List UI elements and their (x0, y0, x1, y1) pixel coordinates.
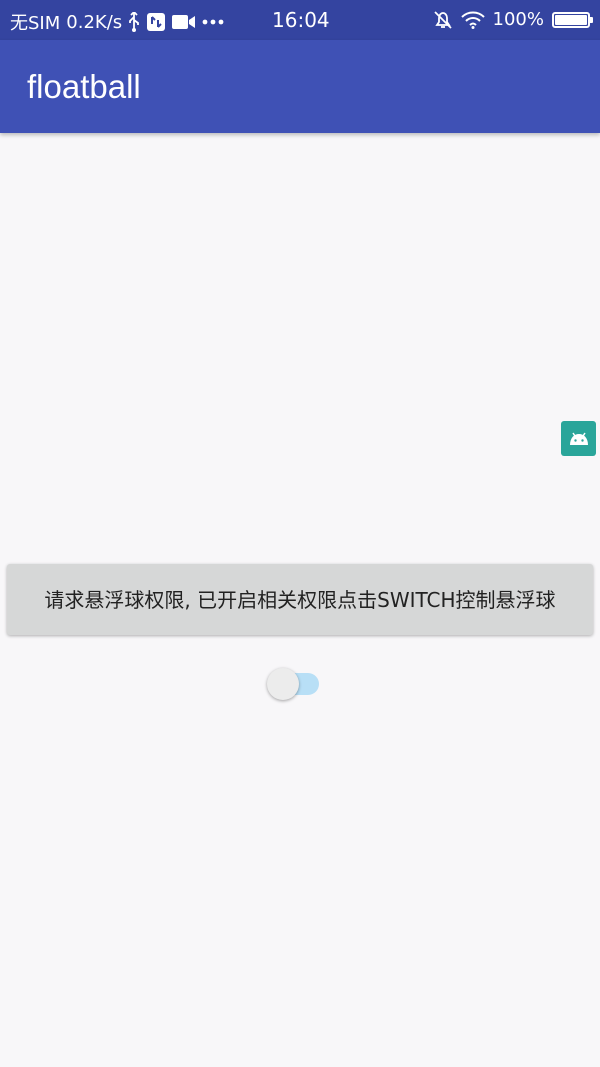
battery-level (555, 14, 587, 25)
status-bar: 无SIM 0.2K/s 16:04 100% (0, 0, 600, 40)
status-left: 无SIM 0.2K/s (10, 9, 224, 35)
request-permission-button[interactable]: 请求悬浮球权限, 已开启相关权限点击SWITCH控制悬浮球 (7, 564, 593, 635)
status-right: 100% (433, 9, 593, 30)
battery-icon (552, 11, 593, 28)
battery-percent: 100% (492, 9, 544, 30)
floatball-switch[interactable] (267, 668, 321, 702)
android-icon (568, 432, 590, 446)
more-dots-icon (202, 19, 224, 25)
carrier-label: 无SIM (10, 13, 61, 34)
usb-icon (128, 12, 140, 32)
clock: 16:04 (272, 8, 330, 32)
video-icon (172, 14, 196, 30)
app-bar: floatball (0, 40, 600, 133)
float-ball[interactable] (561, 421, 596, 456)
wifi-icon (460, 11, 485, 29)
sync-icon (146, 12, 166, 32)
bell-off-icon (433, 10, 453, 30)
request-permission-label: 请求悬浮球权限, 已开启相关权限点击SWITCH控制悬浮球 (44, 587, 556, 612)
switch-thumb (267, 668, 299, 700)
app-title: floatball (27, 68, 141, 105)
net-speed-label: 0.2K/s (66, 11, 123, 33)
